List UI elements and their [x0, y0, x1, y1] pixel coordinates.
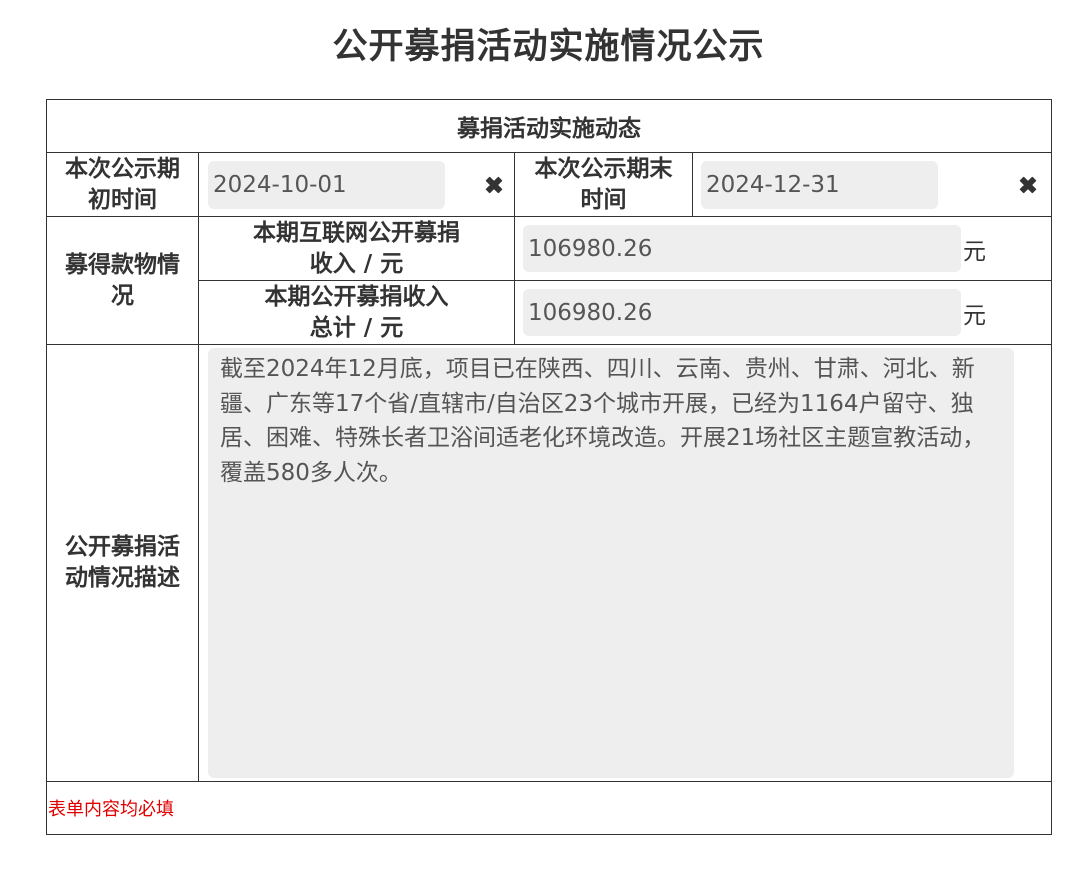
- description-textarea[interactable]: 截至2024年12月底，项目已在陕西、四川、云南、贵州、甘肃、河北、新疆、广东等…: [208, 348, 1014, 778]
- period-end-label: 本次公示期末 时间: [514, 152, 693, 217]
- disclosure-form-table: 募捐活动实施动态 本次公示期 初时间 2024-10-01 本次公示期末 时间 …: [46, 99, 1052, 835]
- total-income-label: 本期公开募捐收入 总计 / 元: [198, 280, 515, 345]
- internet-income-cell: 106980.26 元: [514, 216, 1052, 281]
- total-income-input[interactable]: 106980.26: [523, 289, 961, 336]
- period-end-cell: 2024-12-31: [692, 152, 1052, 217]
- section-title: 募捐活动实施动态: [46, 99, 1052, 153]
- internet-income-label: 本期互联网公开募捐 收入 / 元: [198, 216, 515, 281]
- section-header-row: 募捐活动实施动态: [46, 99, 1052, 153]
- description-row: 公开募捐活 动情况描述 截至2024年12月底，项目已在陕西、四川、云南、贵州、…: [46, 344, 1052, 782]
- internet-income-input[interactable]: 106980.26: [523, 225, 961, 272]
- required-note: 表单内容均必填: [46, 781, 1052, 835]
- period-start-input[interactable]: 2024-10-01: [208, 160, 445, 209]
- currency-unit: 元: [963, 238, 986, 265]
- description-label: 公开募捐活 动情况描述: [46, 344, 199, 782]
- period-start-cell: 2024-10-01: [198, 152, 515, 217]
- period-end-input[interactable]: 2024-12-31: [701, 160, 938, 209]
- currency-unit: 元: [963, 302, 986, 329]
- donations-group-label: 募得款物情 况: [46, 216, 199, 345]
- period-row: 本次公示期 初时间 2024-10-01 本次公示期末 时间 2024-12-3…: [46, 152, 1052, 217]
- close-x-icon[interactable]: [481, 172, 507, 198]
- period-start-label: 本次公示期 初时间: [46, 152, 199, 217]
- total-income-cell: 106980.26 元: [514, 280, 1052, 345]
- note-row: 表单内容均必填: [46, 781, 1052, 835]
- page-title: 公开募捐活动实施情况公示: [332, 27, 765, 67]
- internet-income-row: 募得款物情 况 本期互联网公开募捐 收入 / 元 106980.26 元: [46, 216, 1052, 345]
- description-cell: 截至2024年12月底，项目已在陕西、四川、云南、贵州、甘肃、河北、新疆、广东等…: [198, 344, 1052, 782]
- close-x-icon[interactable]: [1015, 172, 1041, 198]
